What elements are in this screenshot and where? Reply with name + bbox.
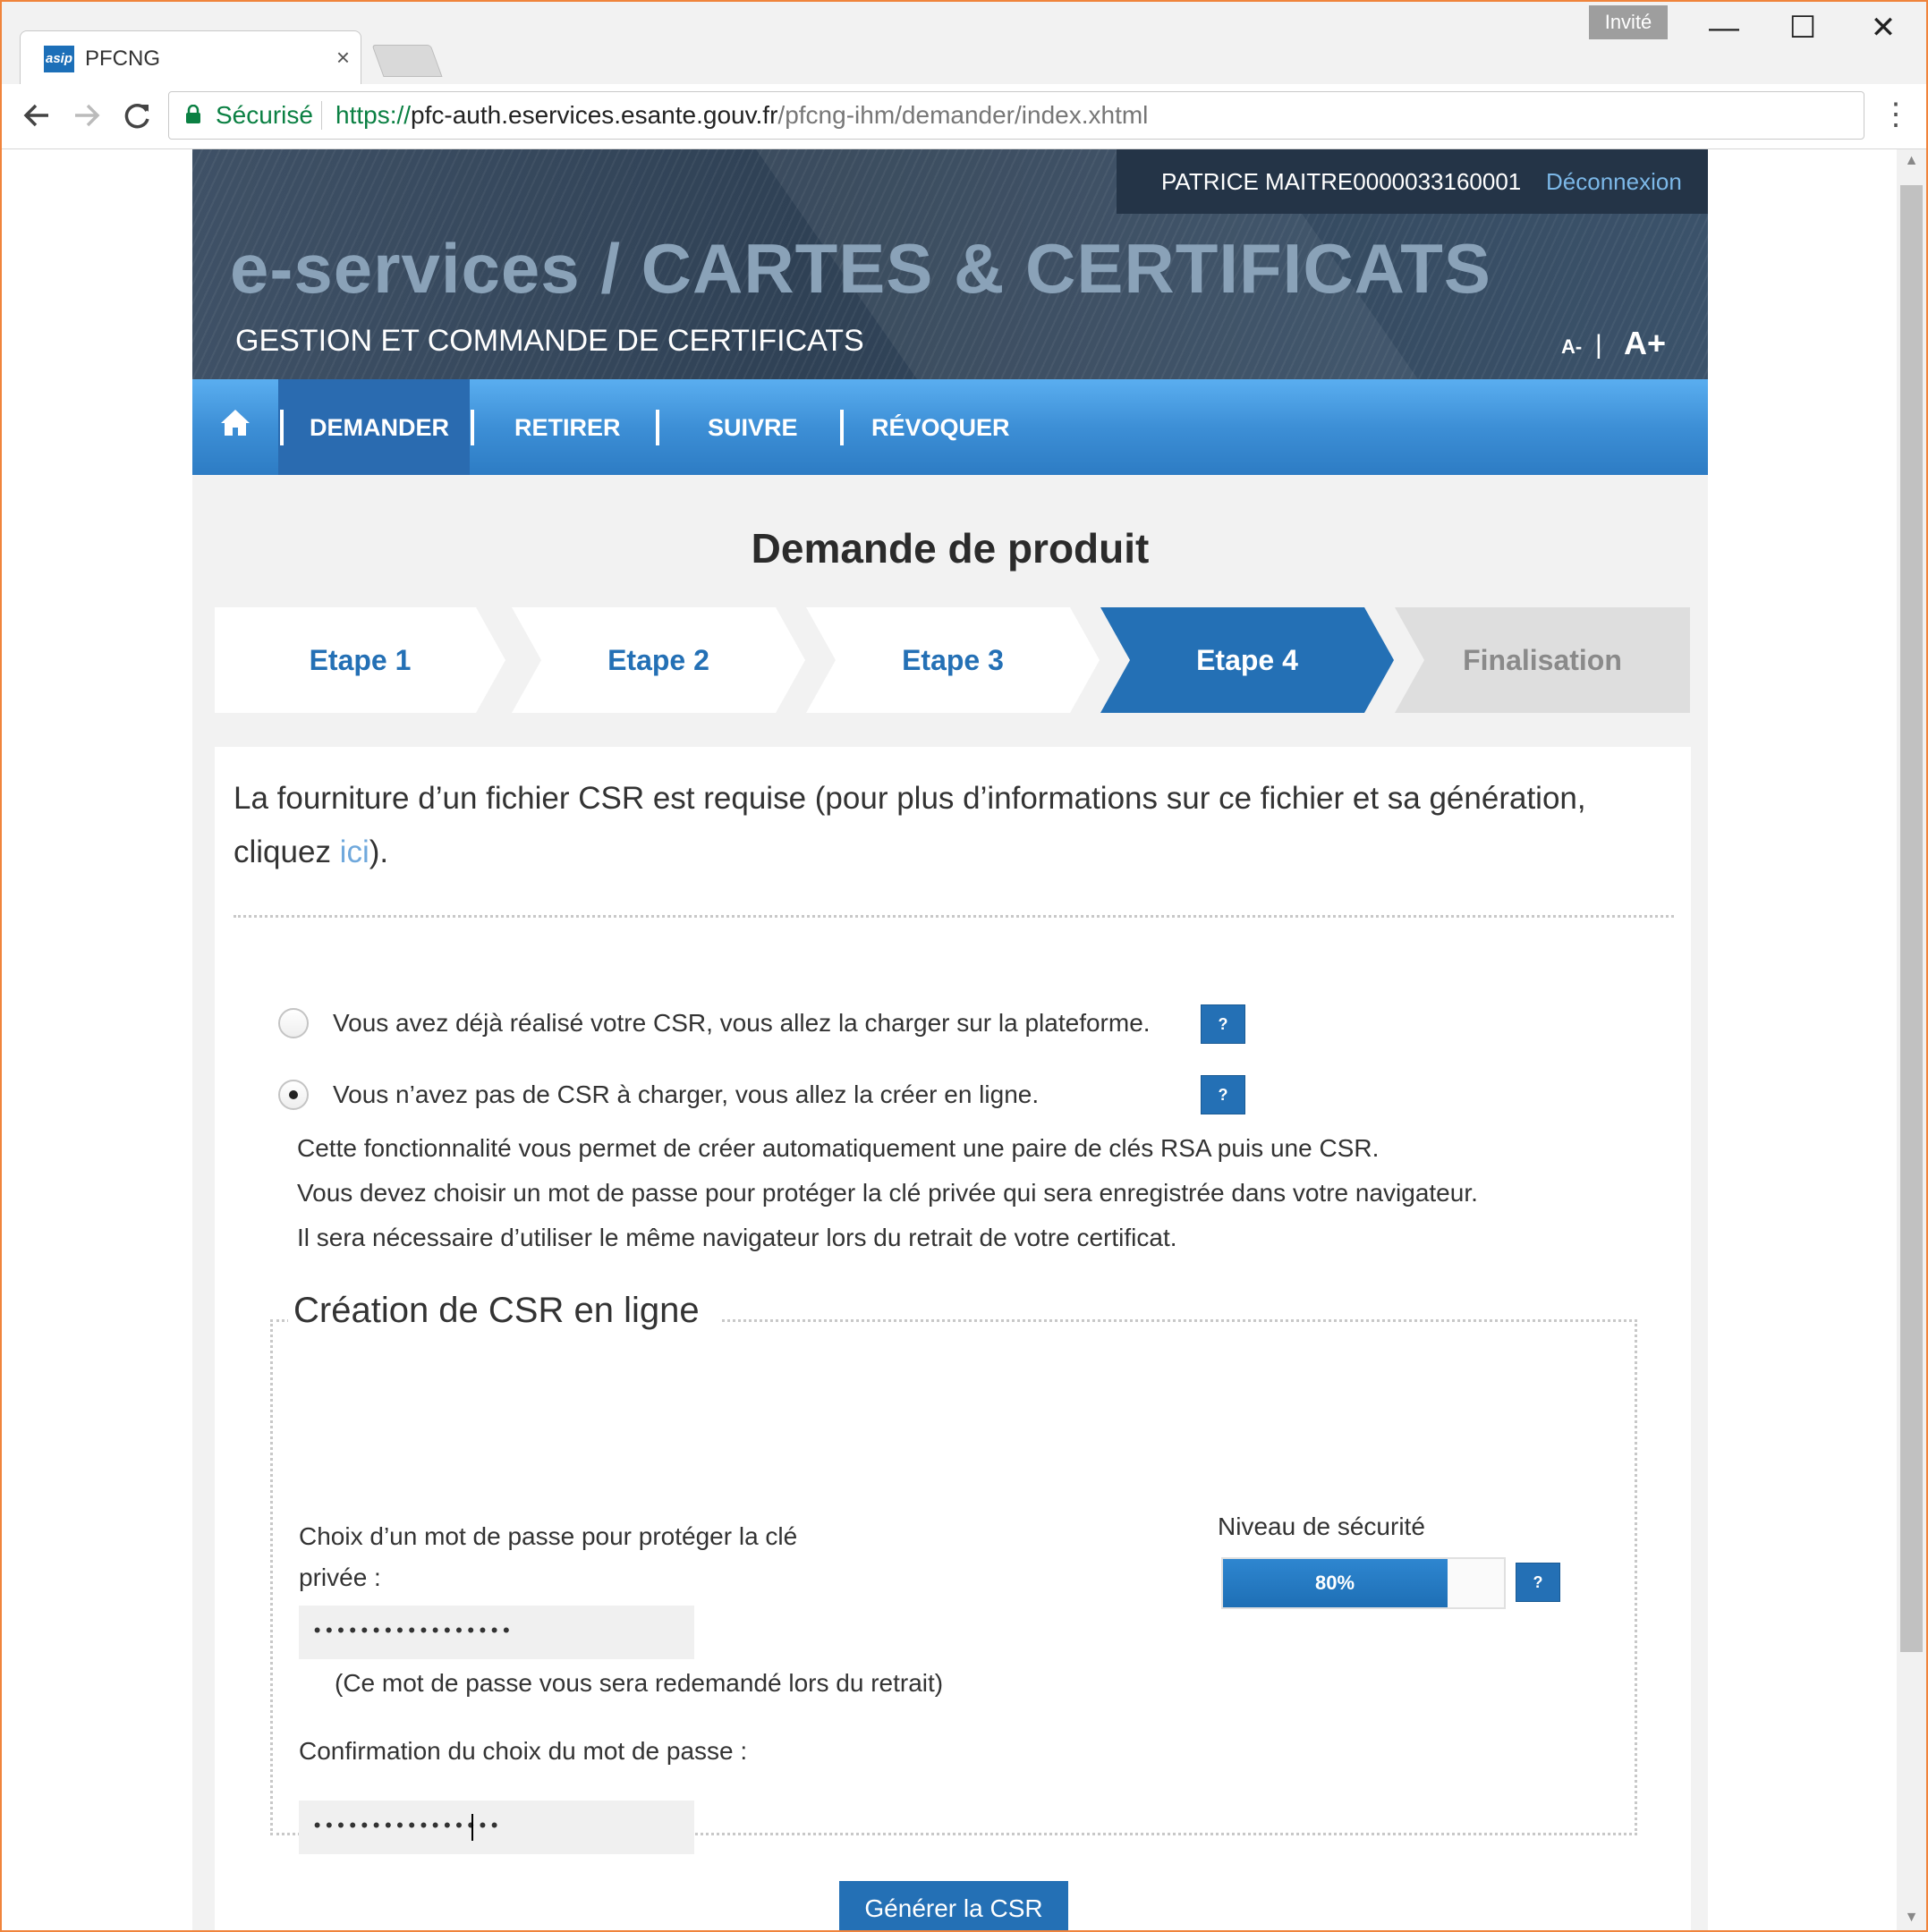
address-bar[interactable]: Sécurisé https://pfc-auth.eservices.esan… [168,91,1864,140]
security-level-meter: 80% [1221,1557,1506,1609]
security-level-text: 80% [1314,1572,1355,1594]
info-line-1: Cette fonctionnalité vous permet de crée… [297,1134,1380,1162]
password-hint: (Ce mot de passe vous sera redemandé lor… [335,1669,944,1697]
address-divider [321,101,322,130]
step-finalisation: Finalisation [1395,607,1690,713]
nav-home-button[interactable] [192,379,278,475]
step-3-label: Etape 3 [902,644,1004,676]
step-finalisation-label: Finalisation [1463,644,1622,676]
url-text[interactable]: https://pfc-auth.eservices.esante.gouv.f… [335,100,1148,131]
info-line-2: Vous devez choisir un mot de passe pour … [297,1179,1478,1207]
step-4: Etape 4 [1100,607,1394,713]
tab-close-icon[interactable]: × [336,44,350,71]
page-container: PATRICE MAITRE0000033160001 Déconnexion … [192,149,1708,1930]
csr-form-legend: Création de CSR en ligne [288,1287,719,1334]
radio-upload-csr[interactable] [278,1008,309,1038]
browser-tab[interactable]: asip PFCNG × [20,30,361,87]
forward-arrow-icon[interactable] [64,93,109,138]
info-line-3: Il sera nécessaire d’utiliser le même na… [297,1224,1177,1251]
app-subtitle: GESTION ET COMMANDE DE CERTIFICATS [235,324,864,358]
main-nav: DEMANDER RETIRER SUIVRE RÉVOQUER [192,379,1708,475]
reload-icon[interactable] [115,93,159,138]
new-tab-button[interactable] [371,45,443,77]
site-favicon: asip [44,46,74,72]
close-window-icon[interactable]: ✕ [1843,2,1924,54]
nav-item-suivre[interactable]: SUIVRE [708,411,798,444]
content-card: La fourniture d’un fichier CSR est requi… [215,747,1691,1930]
vertical-scrollbar[interactable]: ▲ ▼ [1897,149,1926,1930]
url-scheme: https:// [335,101,412,129]
secure-label: Sécurisé [216,101,313,129]
confirm-password-field[interactable]: •••••••••••••••• [299,1801,694,1854]
nav-item-demander[interactable]: DEMANDER [310,411,449,444]
font-size-separator: | [1595,330,1602,360]
url-host: pfc-auth.eservices.esante.gouv.fr [411,101,778,129]
password-label-line-1: Choix d’un mot de passe pour protéger la… [299,1522,798,1550]
generate-csr-button[interactable]: Générer la CSR [839,1881,1068,1930]
step-2: Etape 2 [512,607,805,713]
step-1-label: Etape 1 [309,644,412,676]
csr-info-link[interactable]: ici [340,835,369,869]
step-3: Etape 3 [806,607,1100,713]
guest-profile-badge[interactable]: Invité [1589,5,1668,39]
minimize-icon[interactable]: — [1684,2,1764,54]
help-security-level-button[interactable]: ? [1516,1563,1560,1602]
browser-toolbar: Sécurisé https://pfc-auth.eservices.esan… [2,84,1926,149]
section-divider [234,915,1674,918]
intro-text-end: ). [369,835,389,869]
browser-menu-icon[interactable]: ⋮ [1881,97,1911,136]
security-level-title: Niveau de sécurité [1218,1513,1425,1540]
lock-icon [185,104,201,124]
help-upload-csr-button[interactable]: ? [1201,1004,1245,1044]
nav-divider [656,410,659,445]
home-icon [221,410,250,436]
radio-create-csr[interactable] [278,1080,309,1110]
help-create-csr-button[interactable]: ? [1201,1075,1245,1114]
option-create-csr-label: Vous n’avez pas de CSR à charger, vous a… [333,1080,1040,1108]
page-title: Demande de produit [751,525,1150,572]
step-2-label: Etape 2 [607,644,709,676]
password-field[interactable]: ••••••••••••••••• [299,1606,694,1659]
nav-divider [840,410,844,445]
maximize-icon[interactable]: ☐ [1762,2,1843,54]
nav-divider [280,410,284,445]
page-viewport: PATRICE MAITRE0000033160001 Déconnexion … [2,149,1897,1930]
font-increase-button[interactable]: A+ [1624,325,1666,362]
option-upload-csr-label: Vous avez déjà réalisé votre CSR, vous a… [333,1009,1151,1037]
intro-text-start: La fourniture d’un fichier CSR est requi… [234,781,1586,869]
font-decrease-button[interactable]: A- [1561,335,1582,359]
scrollbar-thumb[interactable] [1900,185,1923,1652]
user-name: PATRICE MAITRE0000033160001 [1161,168,1522,195]
confirm-password-label: Confirmation du choix du mot de passe : [299,1737,748,1765]
step-1: Etape 1 [215,607,505,713]
nav-item-retirer[interactable]: RETIRER [514,411,621,444]
password-label-line-2: privée : [299,1563,381,1591]
site-header: PATRICE MAITRE0000033160001 Déconnexion … [192,149,1708,379]
back-arrow-icon[interactable] [14,93,59,138]
url-path: /pfcng-ihm/demander/index.xhtml [777,101,1149,129]
tab-title: PFCNG [85,47,160,71]
scroll-up-icon[interactable]: ▲ [1897,153,1926,169]
scroll-down-icon[interactable]: ▼ [1897,1910,1926,1926]
title-bar: asip PFCNG × Invité — ☐ ✕ [2,2,1926,87]
nav-divider [471,410,474,445]
logout-link[interactable]: Déconnexion [1546,167,1682,196]
text-caret [471,1814,473,1841]
user-bar: PATRICE MAITRE0000033160001 Déconnexion [1117,149,1708,214]
intro-text: La fourniture d’un fichier CSR est requi… [234,772,1665,879]
nav-item-revoquer[interactable]: RÉVOQUER [871,411,1010,444]
step-4-label: Etape 4 [1196,644,1298,676]
browser-window: asip PFCNG × Invité — ☐ ✕ Sécurisé https… [0,0,1928,1932]
app-title: e-services / CARTES & CERTIFICATS [230,229,1491,308]
